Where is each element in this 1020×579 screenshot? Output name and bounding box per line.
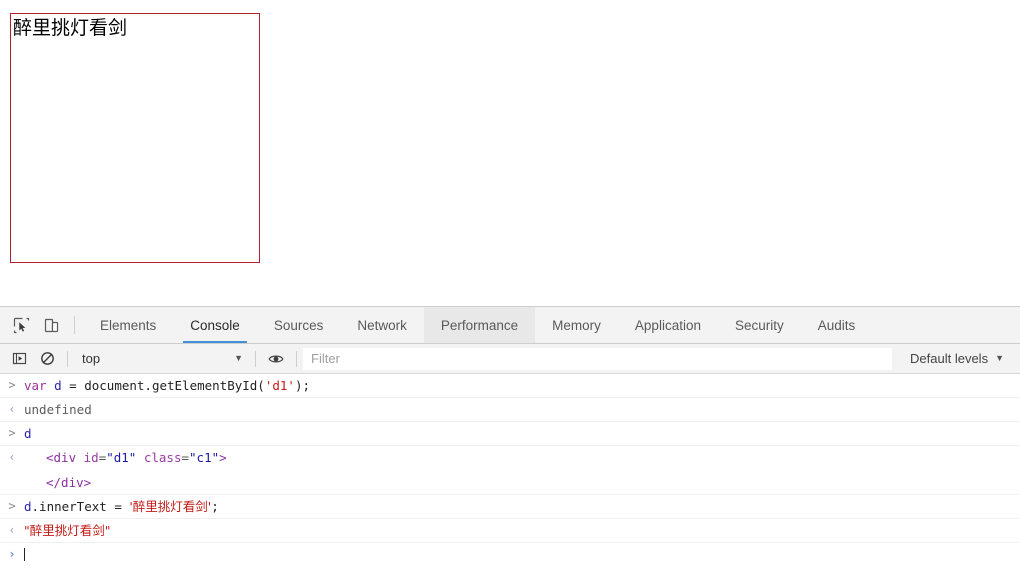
console-toolbar-divider-3: [296, 350, 297, 367]
code-token: 'd1': [264, 378, 295, 393]
tab-performance[interactable]: Performance: [423, 307, 536, 343]
code-token: d: [24, 426, 32, 441]
inspect-element-icon[interactable]: [6, 307, 36, 343]
console-levels-selector[interactable]: Default levels ▼: [898, 348, 1016, 370]
code-token: "d1": [106, 450, 137, 465]
console-sidebar-icon[interactable]: [5, 344, 33, 374]
code-token: </div>: [46, 475, 92, 490]
console-input-arrow-icon: >: [8, 499, 16, 513]
console-prompt-input[interactable]: [24, 546, 1020, 563]
console-context-selector[interactable]: top ▼: [74, 348, 249, 370]
console-prompt-arrow-icon: ›: [8, 547, 16, 561]
code-token: = document.getElementById(: [61, 378, 265, 393]
toolbar-divider: [74, 316, 75, 334]
console-message-text: <div id="d1" class="c1"> </div>: [24, 449, 1020, 491]
code-token: );: [294, 378, 311, 393]
tab-label: Application: [634, 317, 701, 333]
chevron-down-icon: ▼: [234, 353, 243, 363]
dom-node-close-tag: </div>: [24, 474, 1020, 491]
code-token: class: [136, 450, 182, 465]
tab-label: Performance: [440, 317, 519, 333]
console-output-arrow-icon: ‹: [8, 450, 16, 464]
console-message-list[interactable]: > var d = document.getElementById('d1'); ‹…: [0, 374, 1020, 579]
code-token: var: [24, 378, 47, 393]
devtools-tab-list: Elements Console Sources Network Performance…: [83, 307, 872, 343]
chevron-down-icon: ▼: [995, 353, 1004, 363]
code-token: =: [181, 450, 190, 465]
code-token: '醉里挑灯看剑': [129, 499, 212, 514]
tab-console[interactable]: Console: [173, 307, 257, 343]
code-token: d: [54, 378, 62, 393]
console-output-arrow-icon: ‹: [8, 523, 16, 537]
console-prompt-row[interactable]: ›: [0, 543, 1020, 566]
tab-label: Network: [357, 317, 407, 333]
tab-label: Audits: [817, 317, 856, 333]
console-toolbar-divider-2: [255, 350, 256, 367]
clear-console-icon[interactable]: [33, 344, 61, 374]
tab-network[interactable]: Network: [340, 307, 424, 343]
tab-label: Sources: [273, 317, 324, 333]
code-token: ;: [211, 499, 219, 514]
code-token: id: [76, 450, 99, 465]
console-context-label: top: [82, 351, 101, 366]
console-message: ‹ "醉里挑灯看剑": [0, 519, 1020, 543]
tab-label: Memory: [552, 317, 601, 333]
console-message: > d: [0, 422, 1020, 446]
console-message-text: var d = document.getElementById('d1');: [24, 377, 1020, 394]
console-message-text: undefined: [24, 402, 92, 417]
text-cursor: [24, 548, 25, 561]
tab-audits[interactable]: Audits: [801, 307, 873, 343]
tab-label: Elements: [100, 317, 157, 333]
demo-div-text: 醉里挑灯看剑: [13, 17, 128, 39]
tab-application[interactable]: Application: [618, 307, 718, 343]
console-message-text: d.innerText = '醉里挑灯看剑';: [24, 498, 1020, 515]
device-toolbar-icon[interactable]: [36, 307, 66, 343]
console-output-arrow-icon: ‹: [8, 402, 16, 416]
devtools-panel: Elements Console Sources Network Performance…: [0, 306, 1020, 579]
tab-memory[interactable]: Memory: [535, 307, 618, 343]
console-message: ‹ <div id="d1" class="c1"> </div>: [0, 446, 1020, 495]
dom-node-children-gap: [24, 466, 1020, 474]
code-token: d: [24, 499, 32, 514]
console-toolbar-divider-1: [67, 350, 68, 367]
code-token: "c1": [189, 450, 220, 465]
console-filter-input[interactable]: [303, 347, 893, 370]
console-input-arrow-icon: >: [8, 378, 16, 392]
console-toolbar: top ▼ Default levels ▼: [0, 344, 1020, 374]
code-token: >: [219, 450, 227, 465]
console-message: > d.innerText = '醉里挑灯看剑';: [0, 495, 1020, 519]
dom-node-open-tag[interactable]: <div id="d1" class="c1">: [24, 449, 1020, 466]
live-expression-eye-icon[interactable]: [262, 344, 290, 374]
console-message-text: d: [24, 425, 1020, 442]
tab-elements[interactable]: Elements: [83, 307, 173, 343]
page-viewport: 醉里挑灯看剑: [0, 0, 1020, 306]
demo-div-d1: 醉里挑灯看剑: [10, 13, 260, 263]
devtools-tabbar: Elements Console Sources Network Performance…: [0, 307, 1020, 344]
console-message: > var d = document.getElementById('d1');: [0, 374, 1020, 398]
console-message-text: "醉里挑灯看剑": [24, 522, 1020, 539]
console-input-arrow-icon: >: [8, 426, 16, 440]
tab-label: Security: [734, 317, 784, 333]
console-levels-label: Default levels: [910, 351, 989, 366]
tab-sources[interactable]: Sources: [257, 307, 341, 343]
code-token: "醉里挑灯看剑": [24, 523, 111, 538]
tab-security[interactable]: Security: [718, 307, 801, 343]
tab-label: Console: [190, 317, 240, 333]
code-token: <div: [46, 450, 77, 465]
code-token: .innerText =: [31, 499, 130, 514]
console-message: ‹ undefined: [0, 398, 1020, 422]
